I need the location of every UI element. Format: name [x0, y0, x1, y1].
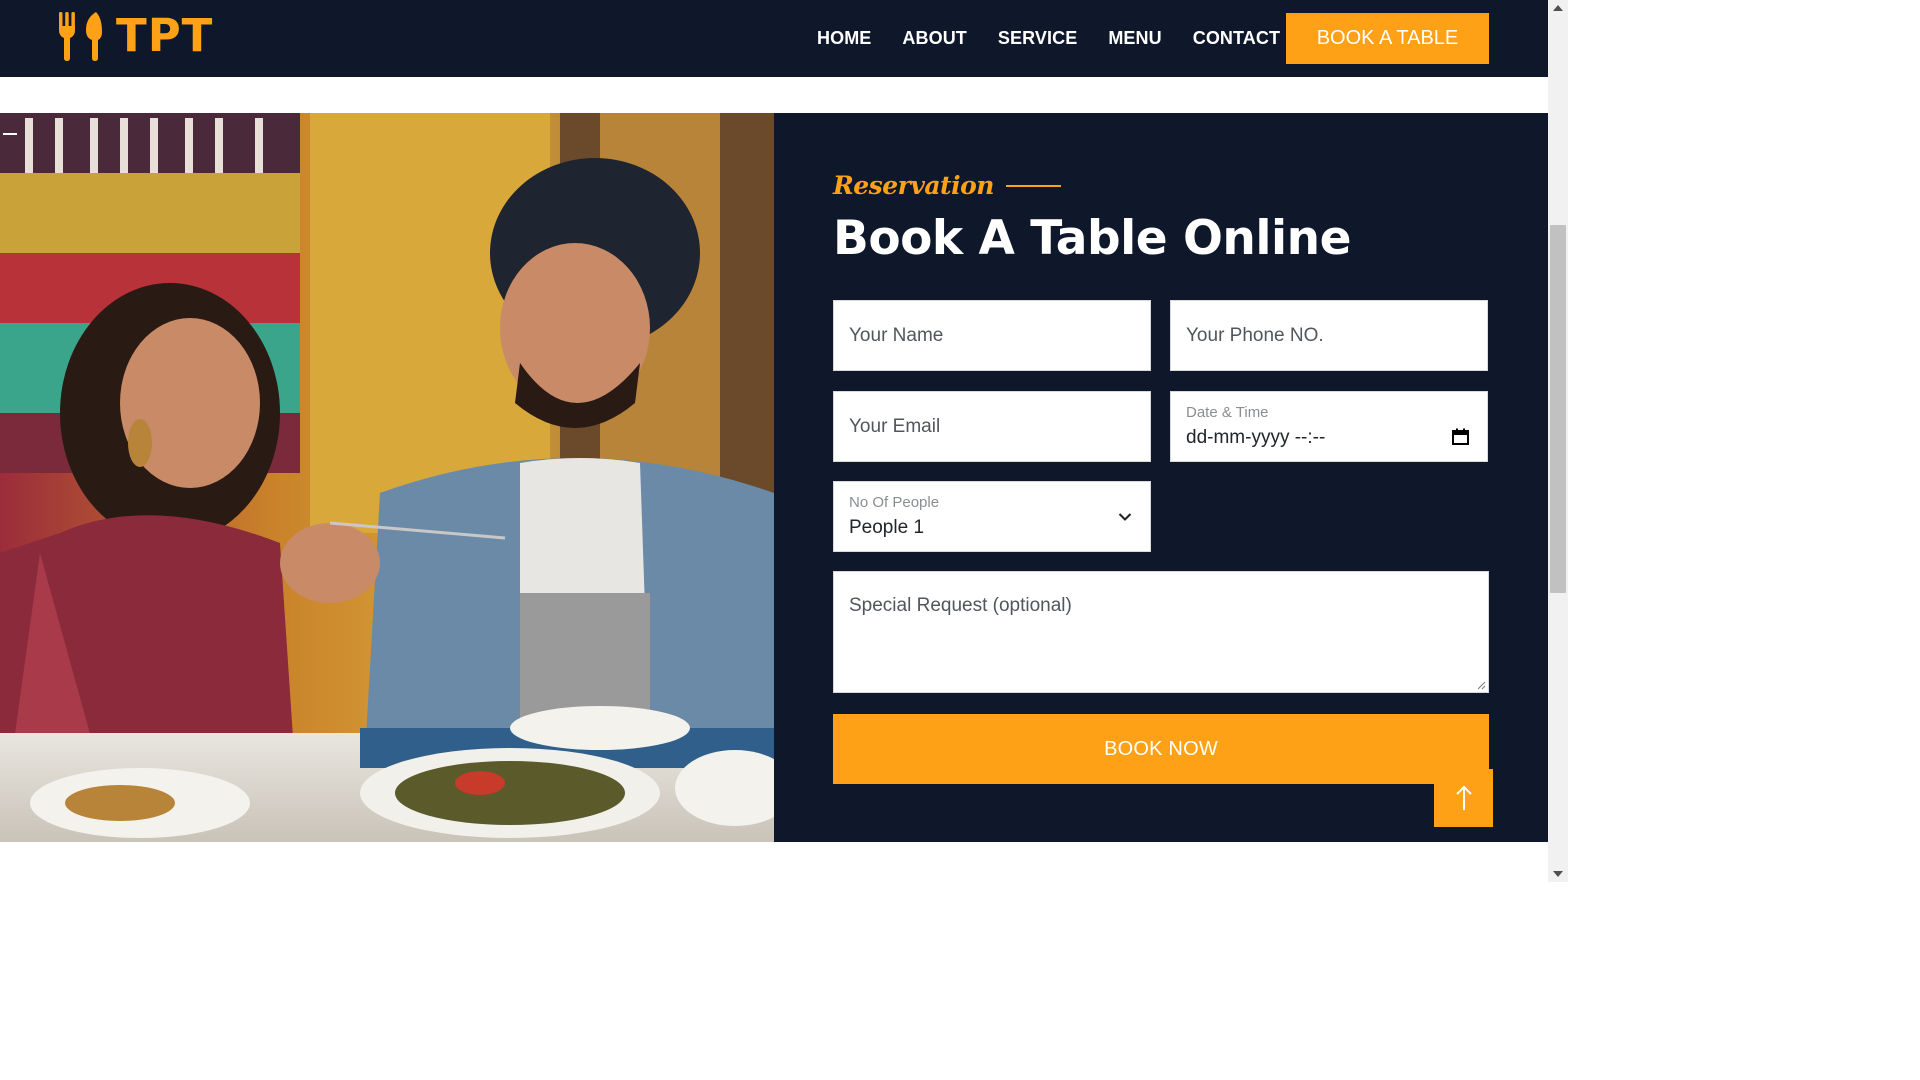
reservation-panel: Reservation Book A Table Online Date & T…: [774, 113, 1548, 842]
restaurant-photo: [0, 113, 774, 842]
datetime-field[interactable]: Date & Time dd-mm-yyyy --:--: [1170, 391, 1488, 462]
nav-service[interactable]: SERVICE: [998, 28, 1077, 49]
scroll-up-arrow-icon[interactable]: [1553, 5, 1563, 11]
page-title: Book A Table Online: [833, 211, 1351, 266]
nav-about[interactable]: ABOUT: [902, 28, 967, 49]
name-input[interactable]: [834, 301, 1150, 370]
phone-field[interactable]: [1170, 300, 1488, 371]
calendar-icon[interactable]: [1452, 428, 1469, 445]
book-now-button[interactable]: BOOK NOW: [833, 714, 1489, 784]
couple-dining-image: [0, 113, 774, 842]
email-field[interactable]: [833, 391, 1151, 462]
subtitle-text: Reservation: [833, 171, 994, 200]
page-scrollbar[interactable]: [1548, 0, 1568, 882]
people-value: People 1: [849, 517, 925, 538]
people-label: No Of People: [849, 494, 940, 511]
utensils-icon: [59, 12, 102, 61]
phone-input[interactable]: [1171, 301, 1487, 370]
special-request-field[interactable]: [833, 571, 1489, 693]
scrollbar-thumb[interactable]: [1550, 225, 1566, 593]
special-request-input[interactable]: [834, 572, 1488, 692]
name-field[interactable]: [833, 300, 1151, 371]
chevron-down-icon: [1118, 513, 1132, 521]
brand-name: TPT: [116, 9, 214, 62]
nav-contact[interactable]: CONTACT: [1193, 28, 1280, 49]
brand-logo[interactable]: TPT: [58, 10, 213, 62]
back-to-top-button[interactable]: [1434, 769, 1493, 827]
datetime-label: Date & Time: [1186, 404, 1269, 421]
scroll-down-arrow-icon[interactable]: [1553, 871, 1563, 877]
book-a-table-button[interactable]: BOOK A TABLE: [1286, 13, 1489, 64]
email-input[interactable]: [834, 392, 1150, 461]
nav-home[interactable]: HOME: [817, 28, 871, 49]
arrow-up-icon: [1455, 785, 1472, 810]
section-subtitle: Reservation: [833, 171, 1061, 200]
navbar: TPT HOME ABOUT SERVICE MENU CONTACT BOOK…: [0, 0, 1548, 77]
subtitle-divider: [1005, 184, 1061, 187]
carousel-indicator[interactable]: [3, 133, 17, 135]
nav-menu: HOME ABOUT SERVICE MENU CONTACT: [800, 0, 1311, 77]
datetime-value: dd-mm-yyyy --:--: [1186, 427, 1326, 448]
people-select[interactable]: No Of People People 1: [833, 481, 1151, 552]
resize-grip-icon[interactable]: [1476, 680, 1486, 690]
nav-menu-link[interactable]: MENU: [1108, 28, 1161, 49]
